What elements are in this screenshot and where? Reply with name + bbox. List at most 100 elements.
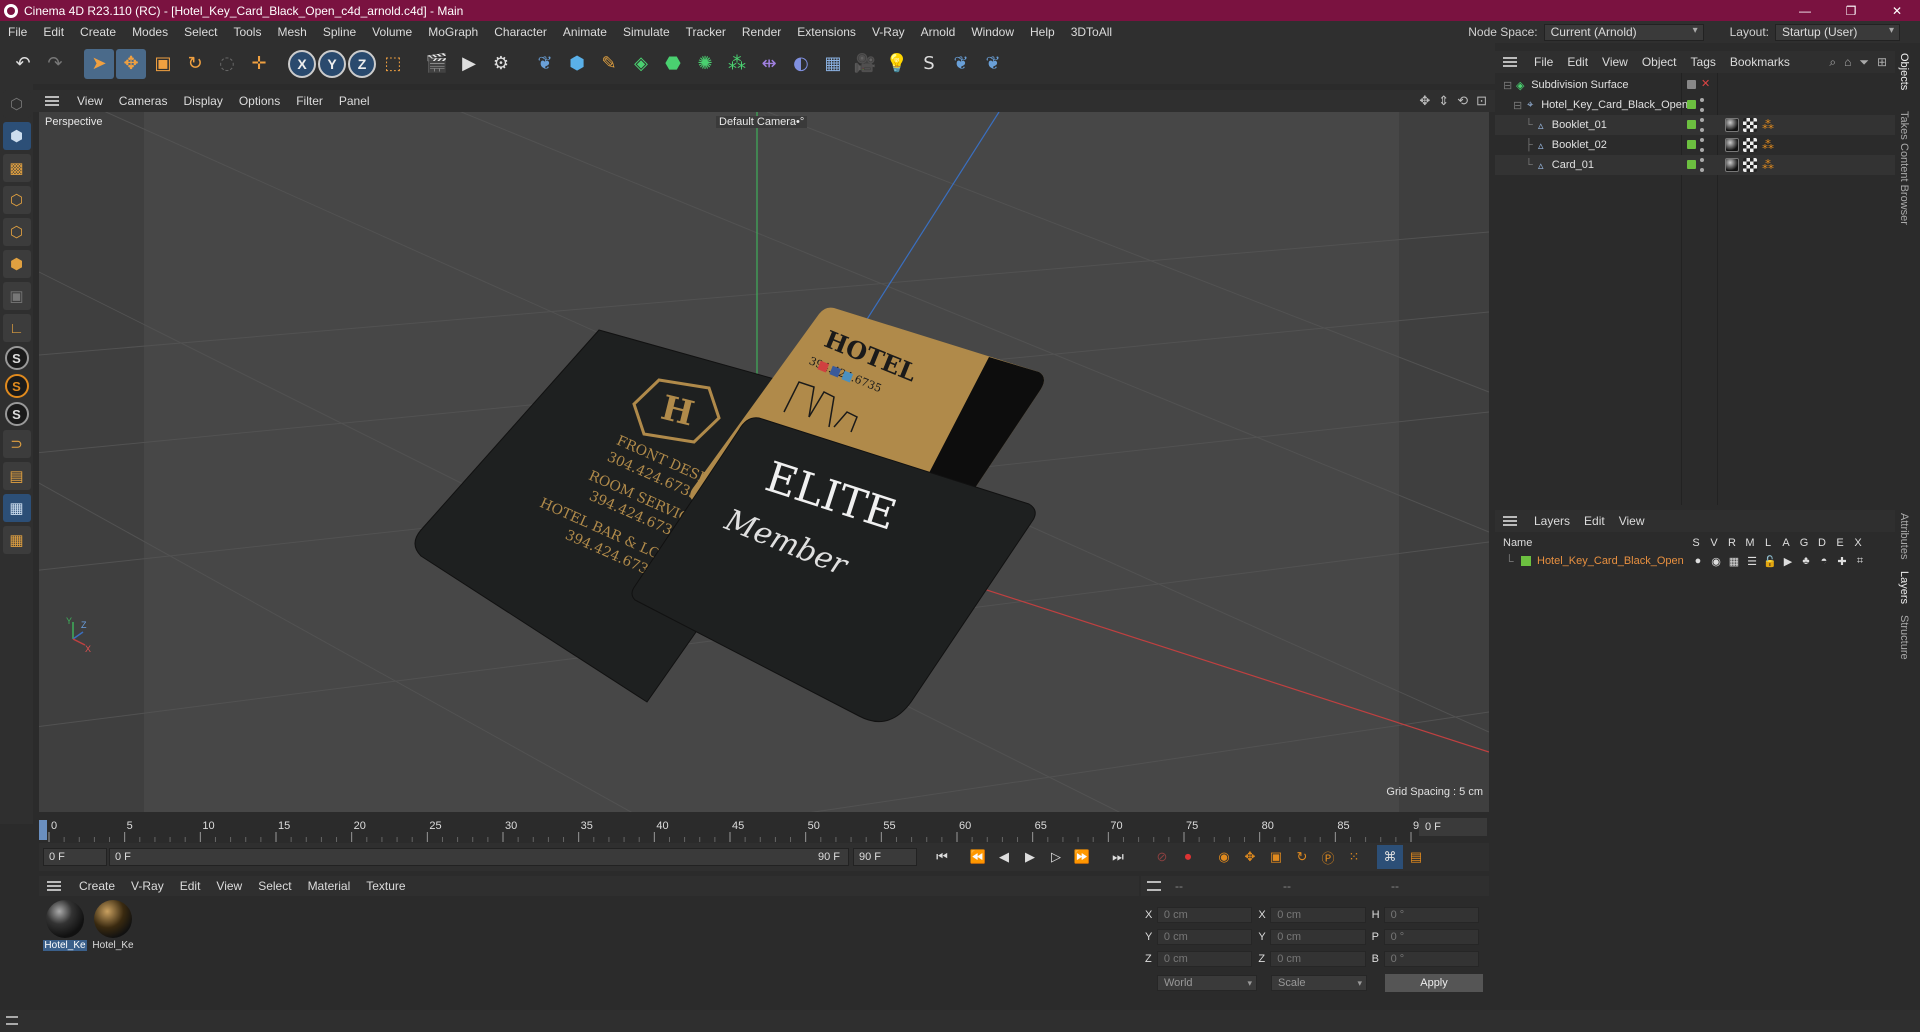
size-y-field[interactable]: 0 cm [1270, 929, 1366, 945]
menu-mesh[interactable]: Mesh [269, 25, 314, 39]
python-icon-2[interactable]: ❦ [978, 49, 1008, 79]
render-icon[interactable]: ▦ [1725, 555, 1743, 568]
coordinate-mode-dropdown[interactable]: Scale [1271, 975, 1367, 991]
pos-z-field[interactable]: 0 cm [1156, 951, 1253, 967]
om-menu-tags[interactable]: Tags [1684, 55, 1723, 69]
material-tag-icon[interactable] [1725, 158, 1739, 172]
edges-mode-icon[interactable]: ⬡ [2, 218, 31, 246]
material-menu-icon[interactable] [47, 881, 61, 891]
pos-y-field[interactable]: 0 cm [1156, 929, 1253, 945]
object-row[interactable]: ├ ▵ Booklet_02 ⁂ [1495, 135, 1895, 155]
move-tool-icon[interactable]: ✥ [116, 48, 146, 79]
generators-icon[interactable]: ♣ [1797, 555, 1815, 568]
close-button[interactable]: ✕ [1874, 0, 1920, 21]
collapse-icon[interactable]: ⊟ [1513, 99, 1522, 112]
apply-button[interactable]: Apply [1385, 974, 1483, 992]
viewport-menu-icon[interactable] [45, 96, 59, 106]
viewport-menu-options[interactable]: Options [231, 94, 288, 108]
visibility-checkbox[interactable] [1687, 80, 1696, 89]
end-frame-field[interactable]: 90 F [853, 848, 917, 866]
material-tag-icon[interactable] [1725, 118, 1739, 132]
view-eye-icon[interactable]: ◉ [1707, 555, 1725, 568]
pos-x-field[interactable]: 0 cm [1156, 907, 1253, 923]
material-swatch[interactable]: Hotel_Ke [91, 900, 135, 951]
z-axis-lock-button[interactable]: Z [348, 49, 376, 78]
axis-mode-icon[interactable]: ∟ [2, 314, 31, 342]
rot-h-field[interactable]: 0 ° [1383, 907, 1479, 923]
menu-animate[interactable]: Animate [555, 25, 615, 39]
deformers-icon[interactable]: ◓ [1815, 555, 1833, 568]
render-view-icon[interactable]: ▶ [454, 49, 484, 79]
menu-volume[interactable]: Volume [364, 25, 420, 39]
camera-icon[interactable]: 🎥 [850, 49, 880, 79]
dolly-view-icon[interactable]: ⇕ [1438, 93, 1449, 109]
next-frame-icon[interactable]: ▷ [1043, 845, 1069, 869]
menu-extensions[interactable]: Extensions [789, 25, 864, 39]
collapse-icon[interactable]: ⊟ [1503, 79, 1512, 92]
lm-menu-view[interactable]: View [1612, 514, 1652, 528]
current-frame-field[interactable]: 0 F [1419, 818, 1487, 836]
viewport-projection-label[interactable]: Perspective [45, 116, 102, 128]
layout-dropdown[interactable]: Startup (User) [1775, 23, 1900, 41]
tab-content-browser[interactable]: Content Browser [1898, 143, 1910, 225]
solo-icon[interactable]: ● [1689, 555, 1707, 568]
menu-mograph[interactable]: MoGraph [420, 25, 486, 39]
menu-simulate[interactable]: Simulate [615, 25, 678, 39]
disable-toggle-icon[interactable]: ✕ [1701, 77, 1710, 90]
material-menu-view[interactable]: View [208, 879, 250, 893]
arnold-icon[interactable]: Ѕ [914, 49, 944, 79]
viewport-menu-view[interactable]: View [69, 94, 111, 108]
material-menu-texture[interactable]: Texture [358, 879, 413, 893]
layer-color-swatch[interactable] [1687, 140, 1696, 149]
coordinates-menu-icon[interactable] [1147, 881, 1161, 891]
xref-icon[interactable]: ⌗ [1851, 555, 1869, 568]
om-menu-edit[interactable]: Edit [1560, 55, 1595, 69]
y-axis-lock-button[interactable]: Y [318, 49, 346, 78]
render-region-icon[interactable]: 🎬 [422, 49, 452, 79]
light-icon[interactable]: 💡 [882, 49, 912, 79]
expressions-icon[interactable]: ✚ [1833, 555, 1851, 568]
menu-help[interactable]: Help [1022, 25, 1063, 39]
maximize-view-icon[interactable]: ⊡ [1476, 93, 1487, 109]
object-row[interactable]: └ ▵ Card_01 ⁂ [1495, 155, 1895, 175]
previous-key-icon[interactable]: ⏪ [965, 845, 991, 869]
redo-icon[interactable]: ↷ [40, 49, 70, 79]
key-pla-icon[interactable]: ⁙ [1341, 845, 1367, 869]
lm-menu-layers[interactable]: Layers [1527, 514, 1577, 528]
layer-color-swatch[interactable] [1521, 556, 1531, 566]
snap-icon-2[interactable]: S [4, 374, 29, 398]
viewport-camera-label[interactable]: Default Camera•° [716, 116, 808, 128]
restore-button[interactable]: ❐ [1828, 0, 1874, 21]
layer-color-swatch[interactable] [1687, 120, 1696, 129]
menu-tools[interactable]: Tools [225, 25, 269, 39]
material-menu-edit[interactable]: Edit [172, 879, 209, 893]
play-icon[interactable]: ▶ [1017, 845, 1043, 869]
om-menu-file[interactable]: File [1527, 55, 1560, 69]
uvw-tag-icon[interactable]: ⁂ [1761, 158, 1775, 172]
menu-file[interactable]: File [0, 25, 35, 39]
start-frame-field[interactable]: 0 F [43, 848, 107, 866]
dope-sheet-icon[interactable]: ▤ [1403, 845, 1429, 869]
go-to-start-icon[interactable]: ⏮ [929, 845, 955, 869]
cloner-icon[interactable]: ✺ [690, 49, 720, 79]
new-view-icon[interactable]: ⊞ [1877, 55, 1887, 70]
key-scale-icon[interactable]: ▣ [1263, 845, 1289, 869]
node-space-dropdown[interactable]: Current (Arnold) [1543, 23, 1704, 41]
om-menu-object[interactable]: Object [1635, 55, 1684, 69]
undo-icon[interactable]: ↶ [8, 49, 38, 79]
layer-color-swatch[interactable] [1687, 100, 1696, 109]
grid-icon[interactable]: ▦ [2, 494, 31, 522]
transform-tool-icon[interactable]: ✛ [244, 49, 274, 79]
next-key-icon[interactable]: ⏩ [1069, 845, 1095, 869]
menu-window[interactable]: Window [963, 25, 1022, 39]
layer-row[interactable]: └ Hotel_Key_Card_Black_Open ● ◉ ▦ ☰ 🔓 ▶ … [1495, 552, 1895, 570]
filter-icon[interactable]: ⏷ [1859, 55, 1869, 70]
texture-tag-icon[interactable] [1743, 138, 1757, 152]
viewport-menu-display[interactable]: Display [175, 94, 230, 108]
timeline-icon[interactable]: ⌘ [1377, 845, 1403, 869]
python-script-icon[interactable]: ❦ [530, 49, 560, 79]
floor-icon[interactable]: ▦ [818, 49, 848, 79]
pan-view-icon[interactable]: ✥ [1419, 93, 1430, 109]
cube-primitive-icon[interactable]: ⬢ [562, 49, 592, 79]
record-off-icon[interactable]: ⊘ [1149, 845, 1175, 869]
